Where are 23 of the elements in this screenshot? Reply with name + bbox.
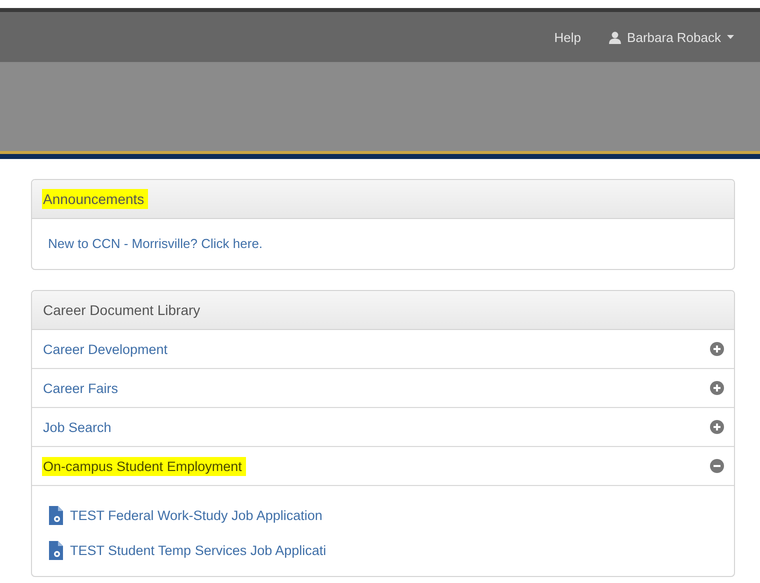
category-label: On-campus Student Employment: [42, 456, 246, 476]
category-row[interactable]: Career Fairs: [32, 369, 734, 408]
document-link[interactable]: TEST Student Temp Services Job Applicati: [48, 533, 718, 568]
panel-title: Announcements: [42, 189, 148, 209]
document-icon: [48, 506, 64, 525]
category-row[interactable]: Career Development: [32, 330, 734, 369]
document-icon: [48, 541, 64, 560]
help-link[interactable]: Help: [554, 30, 582, 44]
user-menu[interactable]: Barbara Roback: [609, 30, 734, 44]
expand-icon[interactable]: [710, 342, 724, 356]
category-row[interactable]: On-campus Student Employment: [32, 447, 734, 486]
caret-icon: [727, 35, 734, 39]
document-link[interactable]: TEST Federal Work-Study Job Application: [48, 498, 718, 533]
announcement-link[interactable]: New to CCN - Morrisville? Click here.: [48, 236, 263, 251]
category-label: Career Fairs: [42, 380, 120, 398]
expand-icon[interactable]: [710, 420, 724, 434]
collapse-icon[interactable]: [710, 459, 724, 473]
panel-title: Career Document Library: [42, 301, 202, 320]
category-label: Career Development: [42, 340, 169, 358]
user-icon: [609, 30, 622, 44]
category-row[interactable]: Job Search: [32, 408, 734, 447]
category-label: Job Search: [42, 418, 112, 436]
expand-icon[interactable]: [710, 381, 724, 395]
